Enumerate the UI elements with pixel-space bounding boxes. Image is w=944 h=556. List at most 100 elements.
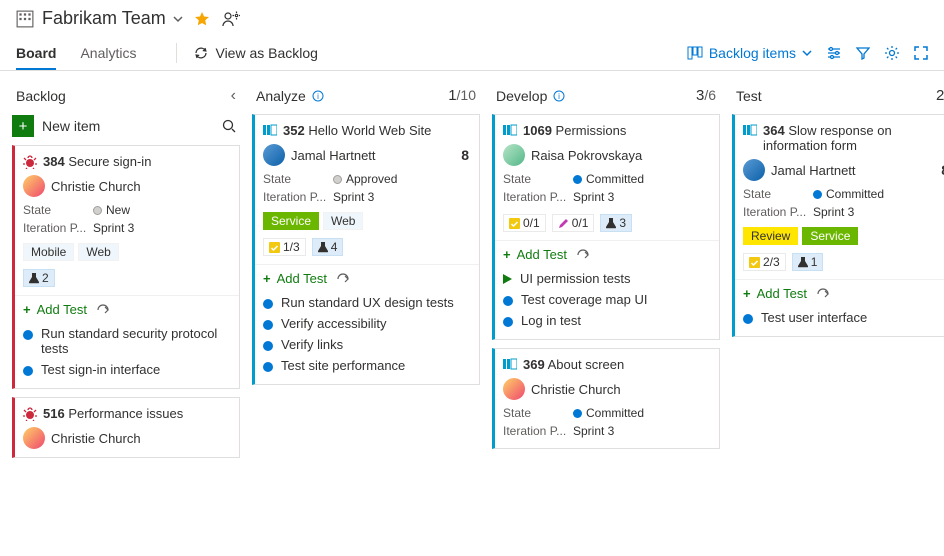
- tag[interactable]: Review: [743, 227, 798, 245]
- state-label: State: [503, 172, 573, 186]
- checklist-chip[interactable]: 2/3: [743, 253, 786, 271]
- beaker-icon: [318, 241, 328, 253]
- iteration-value: Sprint 3: [813, 205, 854, 219]
- test-count-chip[interactable]: 4: [312, 238, 344, 256]
- card-title: Hello World Web Site: [308, 123, 431, 138]
- open-tests-icon[interactable]: [337, 273, 351, 285]
- assignee-name: Christie Church: [51, 431, 141, 446]
- search-icon[interactable]: [222, 119, 236, 133]
- backlog-items-dropdown[interactable]: Backlog items: [687, 45, 812, 61]
- test-status-pass-icon: [503, 274, 512, 284]
- add-test-button[interactable]: +Add Test: [503, 247, 709, 262]
- open-tests-icon[interactable]: [817, 288, 831, 300]
- card-516[interactable]: 516 Performance issues Christie Church: [12, 397, 240, 458]
- pbi-icon: [503, 358, 517, 370]
- test-item[interactable]: Test site performance: [263, 355, 469, 376]
- team-chevron-down-icon[interactable]: [172, 13, 184, 25]
- refresh-icon: [193, 46, 209, 60]
- checklist-chip[interactable]: 1/3: [263, 238, 306, 256]
- story-points: 8: [461, 147, 469, 163]
- card-id: 364: [763, 123, 785, 138]
- assignee-name: Christie Church: [531, 382, 621, 397]
- beaker-icon: [606, 217, 616, 229]
- info-icon[interactable]: i: [312, 90, 324, 102]
- test-count-chip[interactable]: 1: [792, 253, 824, 271]
- new-item-button[interactable]: +: [12, 115, 34, 137]
- tag[interactable]: Mobile: [23, 243, 74, 261]
- card-369[interactable]: 369 About screen Christie Church StateCo…: [492, 348, 720, 449]
- fullscreen-icon[interactable]: [914, 46, 928, 60]
- favorite-star-icon[interactable]: [194, 11, 210, 27]
- test-item[interactable]: Run standard security protocol tests: [23, 323, 229, 359]
- tag[interactable]: Service: [802, 227, 858, 245]
- filter-icon[interactable]: [856, 46, 870, 60]
- card-id: 1069: [523, 123, 552, 138]
- checklist-icon: [749, 257, 760, 268]
- checklist-chip[interactable]: 0/1: [503, 214, 546, 232]
- test-item[interactable]: Run standard UX design tests: [263, 292, 469, 313]
- test-count-chip[interactable]: 3: [600, 214, 632, 232]
- test-status-dot: [23, 330, 33, 340]
- avatar: [503, 378, 525, 400]
- test-item[interactable]: Log in test: [503, 310, 709, 331]
- test-status-dot: [263, 341, 273, 351]
- tag[interactable]: Web: [78, 243, 118, 261]
- tab-board[interactable]: Board: [16, 37, 56, 69]
- card-364[interactable]: 364 Slow response on information form Ja…: [732, 114, 944, 337]
- test-item[interactable]: Verify accessibility: [263, 313, 469, 334]
- test-item[interactable]: Test coverage map UI: [503, 289, 709, 310]
- state-label: State: [503, 406, 573, 420]
- project-icon: [16, 10, 34, 28]
- pbi-icon: [503, 124, 517, 136]
- iteration-value: Sprint 3: [333, 190, 374, 204]
- iteration-value: Sprint 3: [573, 424, 614, 438]
- iteration-label: Iteration P...: [503, 190, 573, 204]
- chevron-down-icon: [802, 48, 812, 58]
- test-item[interactable]: Test sign-in interface: [23, 359, 229, 380]
- add-test-button[interactable]: +Add Test: [743, 286, 944, 301]
- tag[interactable]: Service: [263, 212, 319, 230]
- tag[interactable]: Web: [323, 212, 363, 230]
- open-tests-icon[interactable]: [97, 304, 111, 316]
- add-test-button[interactable]: +Add Test: [263, 271, 469, 286]
- iteration-label: Iteration P...: [263, 190, 333, 204]
- wip-count: 2/6: [936, 87, 944, 104]
- test-item[interactable]: Verify links: [263, 334, 469, 355]
- pbi-icon: [263, 124, 277, 136]
- avatar: [743, 159, 765, 181]
- beaker-icon: [29, 272, 39, 284]
- collapse-column-icon[interactable]: ‹: [231, 87, 236, 105]
- card-1069[interactable]: 1069 Permissions Raisa Pokrovskaya State…: [492, 114, 720, 340]
- tab-analytics[interactable]: Analytics: [80, 37, 136, 69]
- board-icon: [687, 46, 703, 60]
- card-title: Secure sign-in: [68, 154, 151, 169]
- column-title-backlog: Backlog: [16, 88, 66, 104]
- test-count-chip[interactable]: 2: [23, 269, 55, 287]
- checklist-icon: [269, 242, 280, 253]
- card-352[interactable]: 352 Hello World Web Site Jamal Hartnett …: [252, 114, 480, 385]
- card-title: About screen: [548, 357, 625, 372]
- info-icon[interactable]: i: [553, 90, 565, 102]
- svg-text:i: i: [558, 92, 560, 101]
- test-status-dot: [263, 299, 273, 309]
- card-384[interactable]: 384 Secure sign-in Christie Church State…: [12, 145, 240, 389]
- team-members-icon[interactable]: [222, 10, 240, 28]
- gear-icon[interactable]: [884, 45, 900, 61]
- assignee-name: Jamal Hartnett: [291, 148, 376, 163]
- open-tests-icon[interactable]: [577, 249, 591, 261]
- settings-sliders-icon[interactable]: [826, 46, 842, 60]
- column-title-analyze: Analyze: [256, 88, 306, 104]
- add-test-button[interactable]: +Add Test: [23, 302, 229, 317]
- test-item[interactable]: Test user interface: [743, 307, 944, 328]
- team-title[interactable]: Fabrikam Team: [42, 8, 166, 29]
- view-as-backlog-button[interactable]: View as Backlog: [193, 45, 317, 61]
- backlog-items-label: Backlog items: [709, 45, 796, 61]
- iteration-label: Iteration P...: [743, 205, 813, 219]
- state-value: Committed: [826, 187, 884, 201]
- new-item-label[interactable]: New item: [42, 118, 214, 134]
- edit-chip[interactable]: 0/1: [552, 214, 595, 232]
- beaker-icon: [798, 256, 808, 268]
- test-item[interactable]: UI permission tests: [503, 268, 709, 289]
- wip-count: 3/6: [696, 87, 716, 104]
- test-status-dot: [263, 320, 273, 330]
